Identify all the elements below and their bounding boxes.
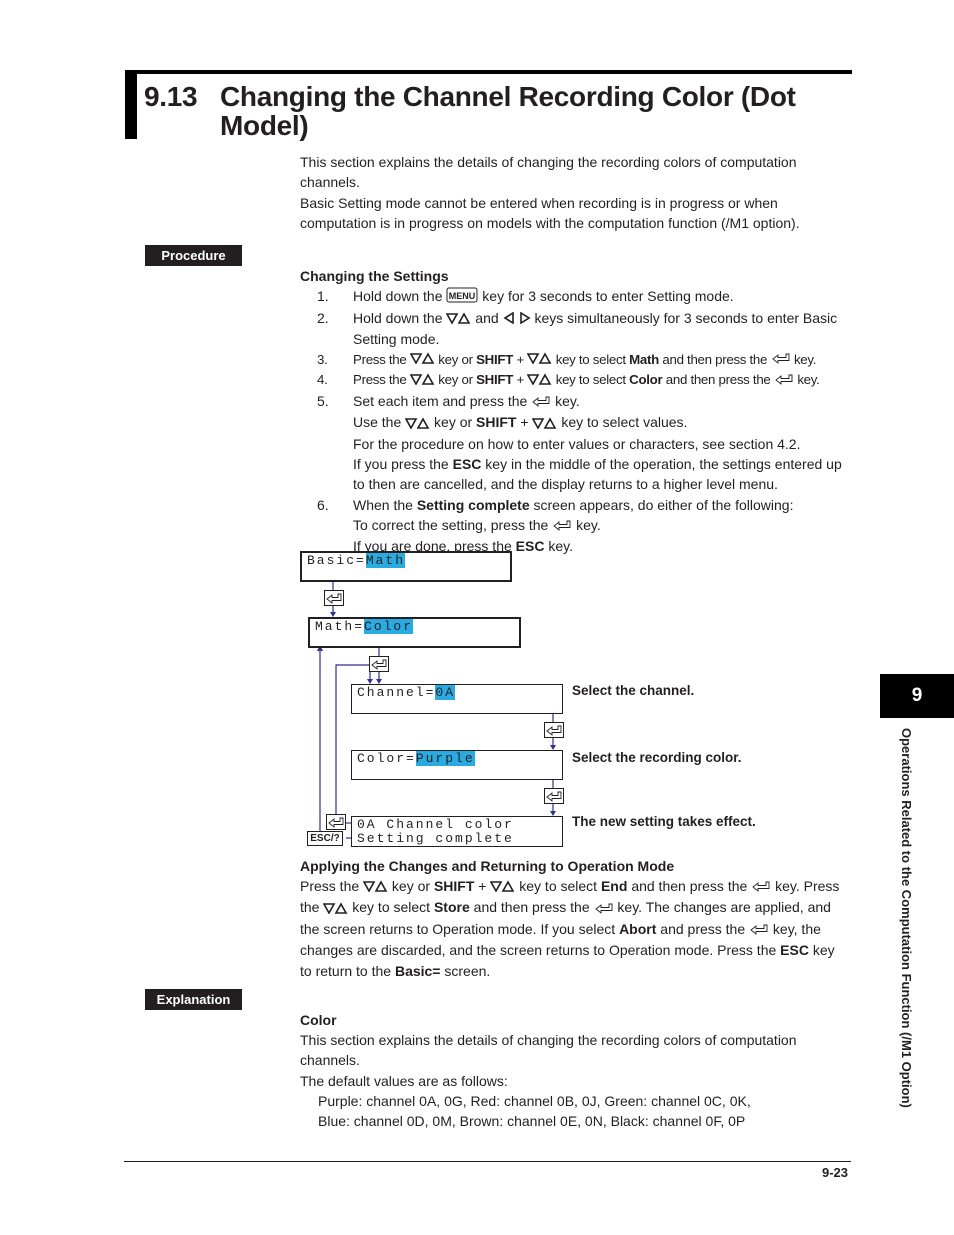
explanation-text: This section explains the details of cha… xyxy=(300,1030,840,1131)
text: key or xyxy=(391,878,431,894)
menu-target: Store xyxy=(433,899,470,916)
enter-key-icon xyxy=(594,899,614,919)
down-up-arrow-keys-icon xyxy=(489,877,515,897)
lcd-value: Math xyxy=(365,553,406,568)
lcd-label: Basic= xyxy=(307,553,366,568)
text: key. Press xyxy=(775,878,840,894)
lcd-line: 0A Channel color xyxy=(357,817,514,832)
chapter-tab: 9 xyxy=(880,674,954,718)
applying-line: to return to the Basic= screen. xyxy=(300,961,860,981)
down-up-arrow-keys-icon xyxy=(322,899,348,919)
text: screen. xyxy=(444,962,491,979)
text: the screen returns to Operation mode. If… xyxy=(300,920,616,937)
text: key, the xyxy=(772,920,821,937)
lcd-label: Color= xyxy=(357,751,416,766)
text: key xyxy=(812,942,835,959)
explanation-label: Explanation xyxy=(145,989,242,1010)
lcd-value: Color xyxy=(364,619,414,634)
applying-text: Press the key or SHIFT + key to select E… xyxy=(300,876,860,981)
footer-rule xyxy=(124,1161,851,1162)
lcd-basic-screen: Basic=Math xyxy=(300,551,512,582)
text: to return to the xyxy=(300,962,392,979)
lcd-color-screen: Color=Purple xyxy=(351,750,563,780)
explanation-line: channels. xyxy=(300,1052,360,1069)
menu-target: Abort xyxy=(619,920,657,937)
page-number: 9-23 xyxy=(822,1165,849,1180)
lcd-channel-screen: Channel=0A xyxy=(351,684,563,714)
down-up-arrow-keys-icon xyxy=(362,877,388,897)
shift-key-label: SHIFT xyxy=(433,878,475,894)
esc-key-icon: ESC/? xyxy=(307,831,343,846)
text: and then press the xyxy=(473,899,590,916)
enter-key-icon xyxy=(326,814,346,830)
chapter-title-text: Operations Related to the Computation Fu… xyxy=(899,728,914,1108)
lcd-label: Math= xyxy=(315,619,365,634)
lcd-math-screen: Math=Color xyxy=(308,617,521,648)
lcd-value: Purple xyxy=(415,751,475,766)
applying-line: Press the key or SHIFT + key to select E… xyxy=(300,876,860,897)
screen-name: Basic= xyxy=(394,962,441,979)
lcd-complete-screen: 0A Channel color Setting complete xyxy=(351,816,563,847)
applying-heading: Applying the Changes and Returning to Op… xyxy=(300,858,675,874)
text: the xyxy=(300,899,320,916)
explanation-line: The default values are as follows: xyxy=(300,1072,508,1089)
text: changes are discarded, and the screen re… xyxy=(300,942,777,959)
enter-key-icon xyxy=(544,788,564,804)
text: key. The changes are applied, and xyxy=(617,899,831,916)
text: Press the xyxy=(300,878,360,894)
text: and then press the xyxy=(631,878,748,894)
enter-key-icon xyxy=(369,656,389,672)
plus-sign: + xyxy=(478,878,487,894)
channel-step-description: Select the channel. xyxy=(572,683,695,698)
lcd-line: Setting complete xyxy=(357,831,514,846)
enter-key-icon xyxy=(544,722,564,738)
lcd-label: Channel= xyxy=(357,685,436,700)
complete-step-description: The new setting takes effect. xyxy=(572,814,756,829)
explanation-heading: Color xyxy=(300,1012,337,1028)
applying-line: the screen returns to Operation mode. If… xyxy=(300,919,860,940)
default-colors-line: Purple: channel 0A, 0G, Red: channel 0B,… xyxy=(318,1092,751,1109)
lcd-value: 0A xyxy=(435,685,456,700)
text: and press the xyxy=(660,920,746,937)
enter-key-icon xyxy=(751,877,771,897)
text: key to select xyxy=(352,899,431,916)
enter-key-icon xyxy=(324,590,344,606)
chapter-title-vertical: Operations Related to the Computation Fu… xyxy=(896,728,916,1140)
menu-target: End xyxy=(600,878,628,894)
default-colors-line: Blue: channel 0D, 0M, Brown: channel 0E,… xyxy=(318,1113,746,1130)
text: key to select xyxy=(519,878,598,894)
color-step-description: Select the recording color. xyxy=(572,750,742,765)
applying-line: the key to select Store and then press t… xyxy=(300,897,860,918)
enter-key-icon xyxy=(749,920,769,940)
explanation-line: This section explains the details of cha… xyxy=(300,1032,797,1048)
applying-line: changes are discarded, and the screen re… xyxy=(300,940,860,960)
esc-key-label: ESC xyxy=(780,942,809,959)
